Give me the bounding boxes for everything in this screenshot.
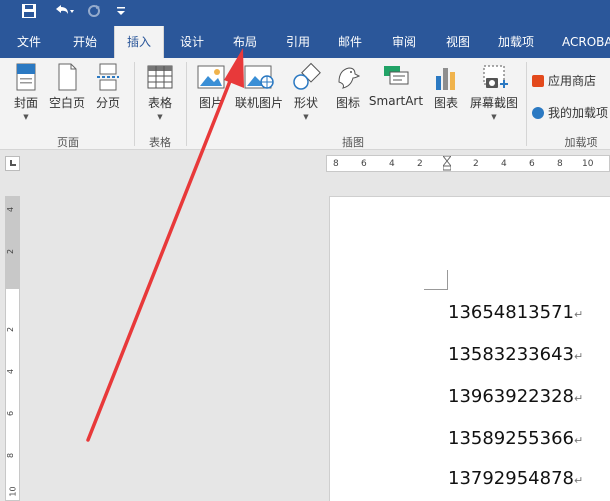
annotation-arrow-icon (86, 48, 244, 442)
